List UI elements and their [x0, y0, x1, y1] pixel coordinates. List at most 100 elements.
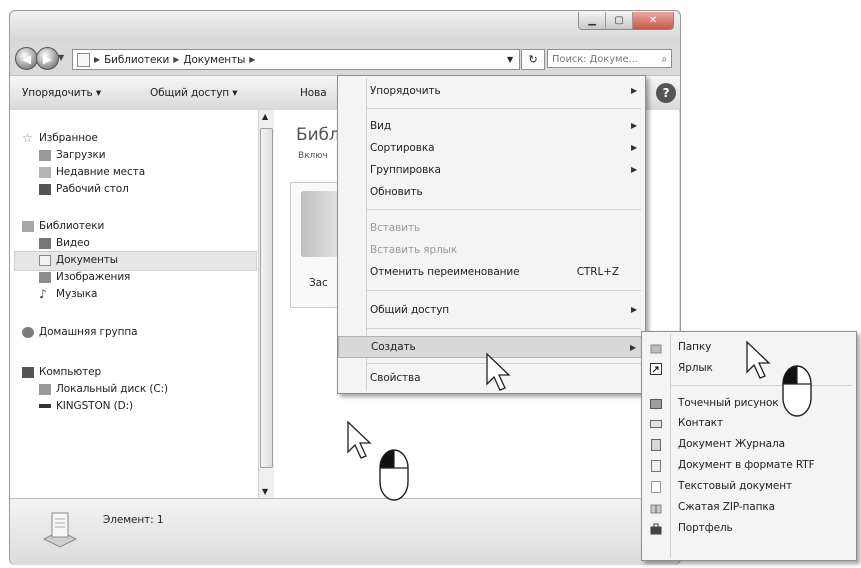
history-dropdown-icon[interactable]: ▼	[58, 53, 64, 62]
star-icon: ☆	[22, 130, 33, 145]
breadcrumb-separator-icon[interactable]: ▶	[173, 55, 179, 64]
menu-item-group[interactable]: Группировка ▶	[338, 162, 645, 180]
share-button[interactable]: Общий доступ ▾	[150, 87, 238, 99]
folder-icon	[301, 191, 341, 257]
menu-item-paste-shortcut[interactable]: Вставить ярлык	[338, 242, 645, 260]
zip-folder-icon	[650, 504, 662, 514]
nav-desktop[interactable]: Рабочий стол	[39, 181, 129, 197]
menu-item-organize[interactable]: Упорядочить ▶	[338, 83, 645, 101]
breadcrumb-separator-icon[interactable]: ▶	[94, 55, 100, 64]
submenu-arrow-icon: ▶	[630, 165, 637, 174]
journal-icon	[651, 439, 661, 451]
homegroup-icon	[22, 326, 34, 338]
address-bar[interactable]: ▶ Библиотеки ▶ Документы ▶ ▼	[72, 49, 520, 70]
document-library-icon	[42, 512, 78, 548]
scroll-up-icon[interactable]: ▲	[262, 112, 268, 121]
refresh-icon: ↻	[528, 53, 538, 66]
menu-item-paste[interactable]: Вставить	[338, 220, 645, 238]
nav-kingston-drive[interactable]: KINGSTON (D:)	[39, 398, 133, 414]
menu-item-share[interactable]: Общий доступ ▶	[338, 302, 645, 320]
nav-homegroup[interactable]: Домашняя группа	[22, 324, 138, 340]
menu-item-undo-rename[interactable]: Отменить переименование CTRL+Z	[338, 264, 645, 282]
window-controls: ▁ ▢ ✕	[578, 12, 674, 30]
nav-recent-places[interactable]: Недавние места	[39, 164, 145, 180]
submenu-arrow-icon: ▶	[630, 305, 637, 314]
nav-downloads[interactable]: Загрузки	[39, 147, 106, 163]
usb-drive-icon	[39, 404, 51, 408]
submenu-arrow-icon: ▶	[630, 121, 637, 130]
documents-icon	[39, 254, 51, 266]
nav-scrollbar[interactable]: ▲ ▼	[258, 110, 275, 498]
minimize-button[interactable]: ▁	[579, 12, 605, 29]
scroll-down-icon[interactable]: ▼	[262, 487, 268, 496]
breadcrumb-separator-icon[interactable]: ▶	[249, 55, 255, 64]
new-briefcase-item[interactable]: Портфель	[642, 520, 856, 538]
submenu-arrow-icon: ▶	[630, 86, 637, 95]
menu-separator	[366, 108, 641, 109]
recent-places-icon	[39, 166, 51, 178]
submenu-arrow-icon: ▶	[630, 143, 637, 152]
nav-favorites[interactable]: ☆ Избранное	[22, 130, 98, 146]
nav-computer[interactable]: Компьютер	[22, 364, 101, 380]
rtf-icon	[651, 460, 661, 472]
back-button[interactable]: ◀	[15, 47, 38, 70]
forward-button[interactable]: ▶	[36, 47, 59, 70]
search-icon: ⌕	[661, 54, 668, 65]
breadcrumb-libraries[interactable]: Библиотеки	[104, 54, 169, 66]
new-zip-folder-item[interactable]: Сжатая ZIP-папка	[642, 499, 856, 517]
navigation-pane: ☆ Избранное Загрузки Недавние места Рабо…	[10, 110, 258, 498]
new-text-document-item[interactable]: Текстовый документ	[642, 478, 856, 496]
menu-separator	[366, 209, 641, 210]
downloads-icon	[39, 149, 51, 161]
scrollbar-thumb[interactable]	[260, 128, 273, 468]
bitmap-icon	[650, 399, 662, 409]
images-icon	[39, 271, 51, 283]
menu-item-refresh[interactable]: Обновить	[338, 184, 645, 202]
mouse-pointer-icon	[746, 340, 812, 417]
nav-libraries[interactable]: Библиотеки	[22, 218, 104, 234]
new-rtf-item[interactable]: Документ в формате RTF	[642, 457, 856, 475]
briefcase-icon	[650, 523, 662, 535]
library-icon	[77, 52, 90, 67]
mouse-pointer-icon	[347, 420, 409, 501]
menu-separator	[366, 290, 641, 291]
computer-icon	[22, 366, 34, 378]
new-journal-item[interactable]: Документ Журнала	[642, 436, 856, 454]
shortcut-label: CTRL+Z	[576, 266, 619, 278]
search-input[interactable]: Поиск: Докуме... ⌕	[547, 49, 672, 68]
submenu-arrow-icon: ▶	[629, 343, 636, 352]
menu-item-sort[interactable]: Сортировка ▶	[338, 140, 645, 158]
breadcrumb-documents[interactable]: Документы	[183, 54, 245, 66]
help-button[interactable]: ?	[656, 83, 676, 103]
libraries-icon	[22, 220, 34, 232]
nav-local-disk[interactable]: Локальный диск (C:)	[39, 381, 168, 397]
nav-music[interactable]: ♪ Музыка	[39, 286, 97, 302]
library-title: Библ	[296, 125, 340, 145]
refresh-button[interactable]: ↻	[521, 49, 545, 70]
video-icon	[39, 237, 51, 249]
item-count: Элемент: 1	[103, 514, 164, 526]
address-dropdown-icon[interactable]: ▼	[507, 55, 513, 64]
contact-icon	[650, 420, 662, 428]
folder-label: Зас	[309, 277, 328, 289]
menu-separator	[366, 328, 641, 329]
address-row: ◀ ▶ ▼ ▶ Библиотеки ▶ Документы ▶ ▼ ↻ Пои…	[10, 41, 680, 75]
mouse-pointer-icon	[486, 352, 511, 391]
shortcut-icon	[650, 363, 662, 375]
maximize-button[interactable]: ▢	[605, 12, 632, 29]
title-bar: ▁ ▢ ✕	[10, 11, 680, 41]
text-doc-icon	[651, 481, 661, 493]
nav-images[interactable]: Изображения	[39, 269, 130, 285]
context-menu: Упорядочить ▶ Вид ▶ Сортировка ▶ Группир…	[337, 75, 646, 394]
close-button[interactable]: ✕	[632, 12, 673, 29]
menu-item-view[interactable]: Вид ▶	[338, 118, 645, 136]
nav-documents[interactable]: Документы	[39, 252, 118, 268]
nav-video[interactable]: Видео	[39, 235, 90, 251]
hard-disk-icon	[39, 383, 51, 395]
organize-button[interactable]: Упорядочить ▾	[22, 87, 101, 99]
library-subtitle: Включ	[298, 151, 328, 161]
folder-icon	[650, 344, 662, 354]
music-icon: ♪	[39, 286, 47, 301]
folder-item[interactable]: Зас	[290, 182, 344, 308]
new-folder-button[interactable]: Нова	[300, 87, 327, 99]
